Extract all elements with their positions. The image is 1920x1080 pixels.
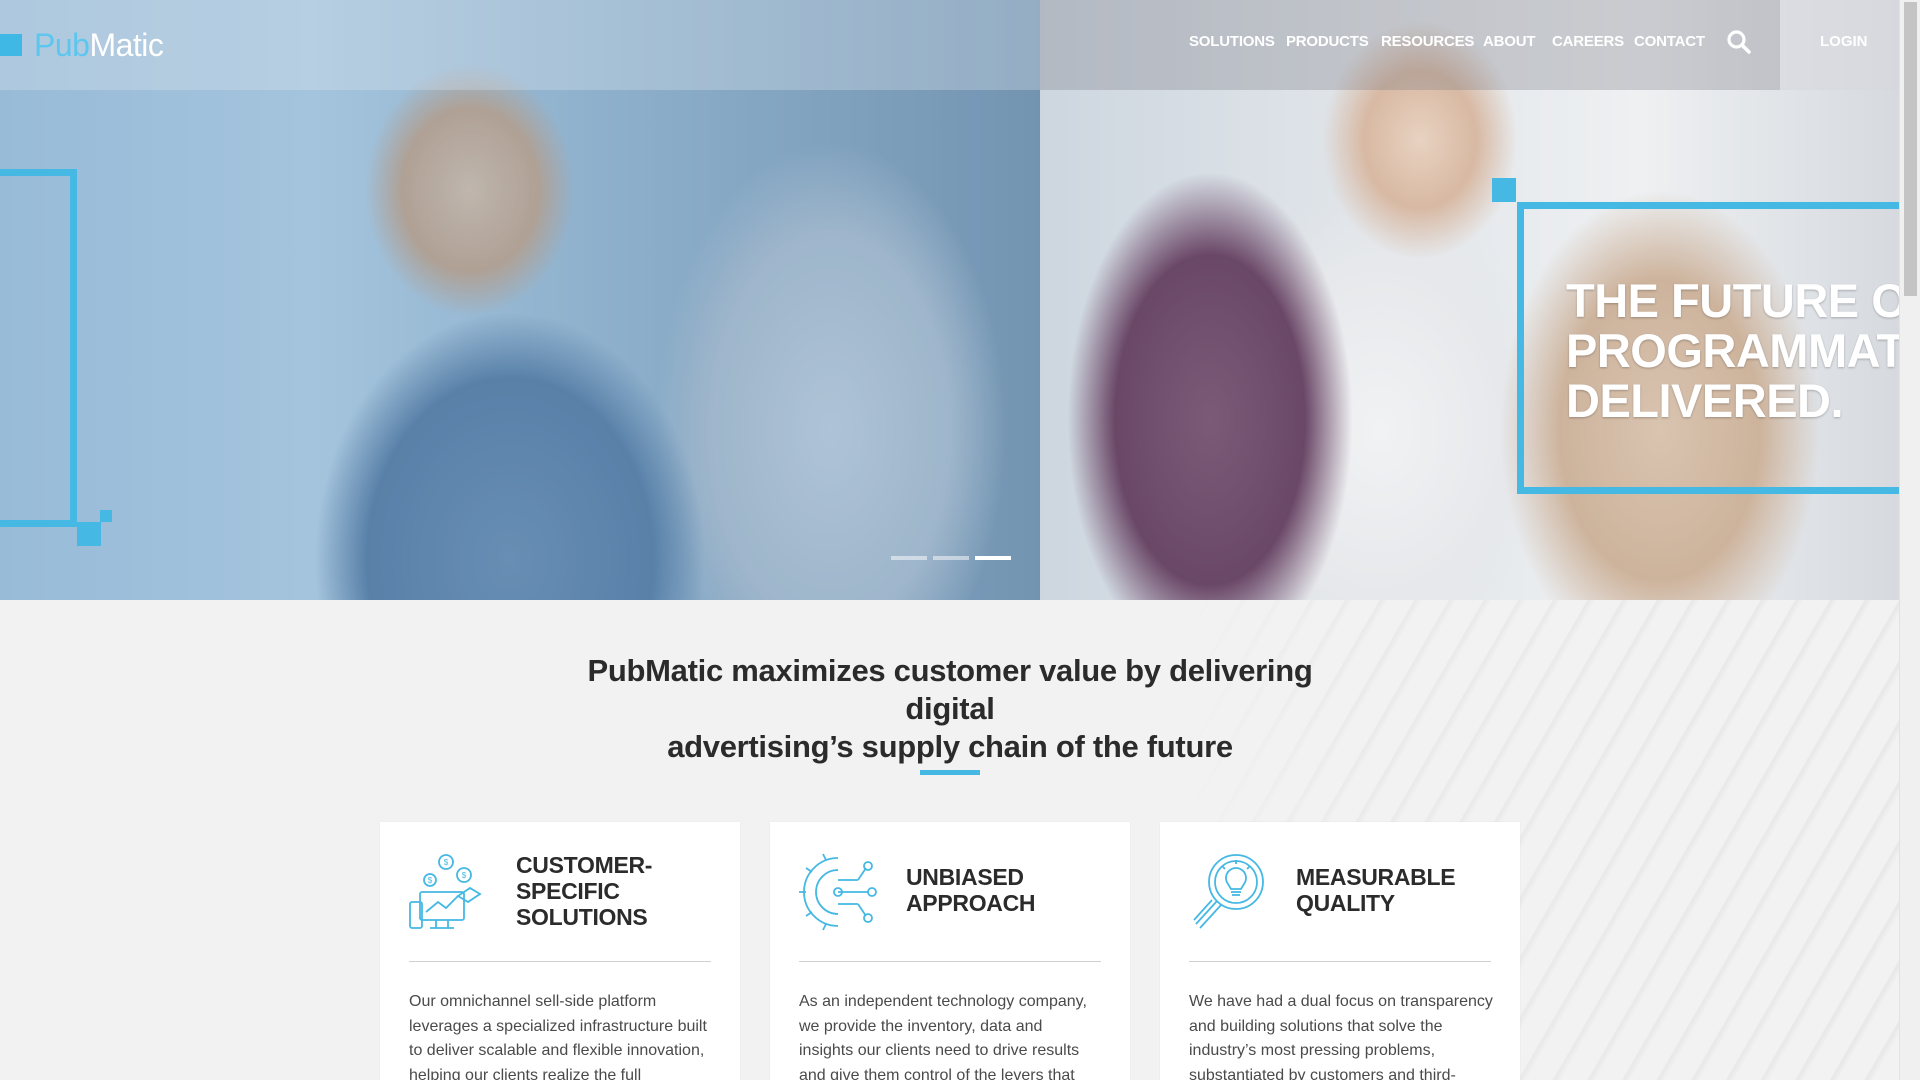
card-title-line: CUSTOMER- [516,852,653,878]
magnifier-bulb-icon [1193,854,1264,929]
feature-card-measurable-quality: MEASURABLE QUALITY We have had a dual fo… [1160,822,1520,1080]
card-body-line: and give them control of the levers that [799,1066,1075,1080]
card-body-line: and building solutions that solve the [1189,1017,1443,1035]
svg-text:$: $ [428,876,433,885]
logo-pub: Pub [34,26,90,63]
hero-headline-line: PROGRAMMATIC [1566,324,1899,377]
feature-card-customer-specific: $ $ $ CUSTOMER- SPECIFIC SOLUTIONS Our o… [380,822,740,1080]
hero-headline: THE FUTURE OF PROGRAMMATIC DELIVERED. [1566,276,1899,426]
nav-item-products[interactable]: PRODUCTS [1286,33,1369,50]
hero-frame-left [0,169,77,527]
hero-image-left [0,0,1040,600]
page-scrollbar[interactable] [1899,0,1920,1080]
feature-card-unbiased-approach: UNBIASED APPROACH As an independent tech… [770,822,1130,1080]
card-body-line: industry’s most pressing problems, [1189,1042,1436,1059]
hero-headline-line: DELIVERED. [1566,374,1844,427]
card-title-line: APPROACH [906,890,1036,916]
carousel-dots [891,556,1011,560]
logo-square-icon [0,34,22,56]
top-nav: Pub Matic SOLUTIONS PRODUCTS RESOURCES AB… [0,0,1899,90]
card-body-line: helping our clients realize the full [409,1066,642,1080]
svg-text:$: $ [444,858,449,867]
card-title-line: SPECIFIC [516,878,620,904]
nav-item-contact[interactable]: CONTACT [1634,33,1705,50]
card-title: CUSTOMER- SPECIFIC SOLUTIONS [516,852,652,930]
card-title-line: MEASURABLE [1296,864,1456,890]
hero-frame-left-square [77,522,101,546]
carousel-dot-2[interactable] [933,556,969,560]
card-title-line: SOLUTIONS [516,904,648,930]
card-divider [1189,961,1491,962]
hero-headline-line: THE FUTURE OF [1566,274,1899,327]
card-divider [409,961,711,962]
carousel-dot-3[interactable] [975,556,1011,560]
hero-frame-left-square-small [100,510,112,522]
card-body-line: As an independent technology company, [799,993,1087,1010]
nav-item-about[interactable]: ABOUT [1483,33,1536,50]
money-devices-icon: $ $ $ [409,854,482,929]
nav-item-careers[interactable]: CAREERS [1552,33,1624,50]
logo-matic: Matic [89,26,164,63]
nav-item-resources[interactable]: RESOURCES [1381,33,1474,50]
pubmatic-logo[interactable]: Pub Matic [0,26,164,63]
card-title: UNBIASED APPROACH [906,864,1036,916]
gear-network-icon [799,853,877,931]
card-body-line: we provide the inventory, data and [799,1017,1043,1035]
card-body: We have had a dual focus on transparency… [1189,990,1494,1080]
hero-carousel: THE FUTURE OF PROGRAMMATIC DELIVERED. [0,0,1899,600]
card-body: Our omnichannel sell-side platform lever… [409,990,714,1080]
card-title-line: QUALITY [1296,890,1395,916]
card-body-line: insights our clients need to drive resul… [799,1042,1080,1059]
card-body-line: leverages a specialized infrastructure b… [409,1017,707,1035]
page: THE FUTURE OF PROGRAMMATIC DELIVERED. Pu… [0,0,1899,1080]
card-body-line: Our omnichannel sell-side platform [409,993,657,1010]
card-body: As an independent technology company, we… [799,990,1104,1080]
card-body-line: to deliver scalable and flexible innovat… [409,1042,705,1059]
card-title: MEASURABLE QUALITY [1296,864,1456,916]
login-link[interactable]: LOGIN [1820,33,1868,50]
carousel-dot-1[interactable] [891,556,927,560]
card-title-line: UNBIASED [906,864,1024,890]
accent-divider [920,770,980,775]
search-icon[interactable] [1726,29,1752,55]
intro-tagline-line: PubMatic maximizes customer value by del… [587,653,1313,726]
hero-frame-right-square [1492,178,1516,202]
scrollbar-thumb[interactable] [1904,2,1917,296]
svg-text:$: $ [462,871,467,880]
card-divider [799,961,1101,962]
intro-tagline-line: advertising’s supply chain of the future [667,729,1233,764]
nav-item-solutions[interactable]: SOLUTIONS [1189,33,1275,50]
intro-tagline: PubMatic maximizes customer value by del… [550,652,1350,766]
card-body-line: substantiated by customers and third- [1189,1066,1456,1080]
card-body-line: We have had a dual focus on transparency [1189,993,1493,1010]
